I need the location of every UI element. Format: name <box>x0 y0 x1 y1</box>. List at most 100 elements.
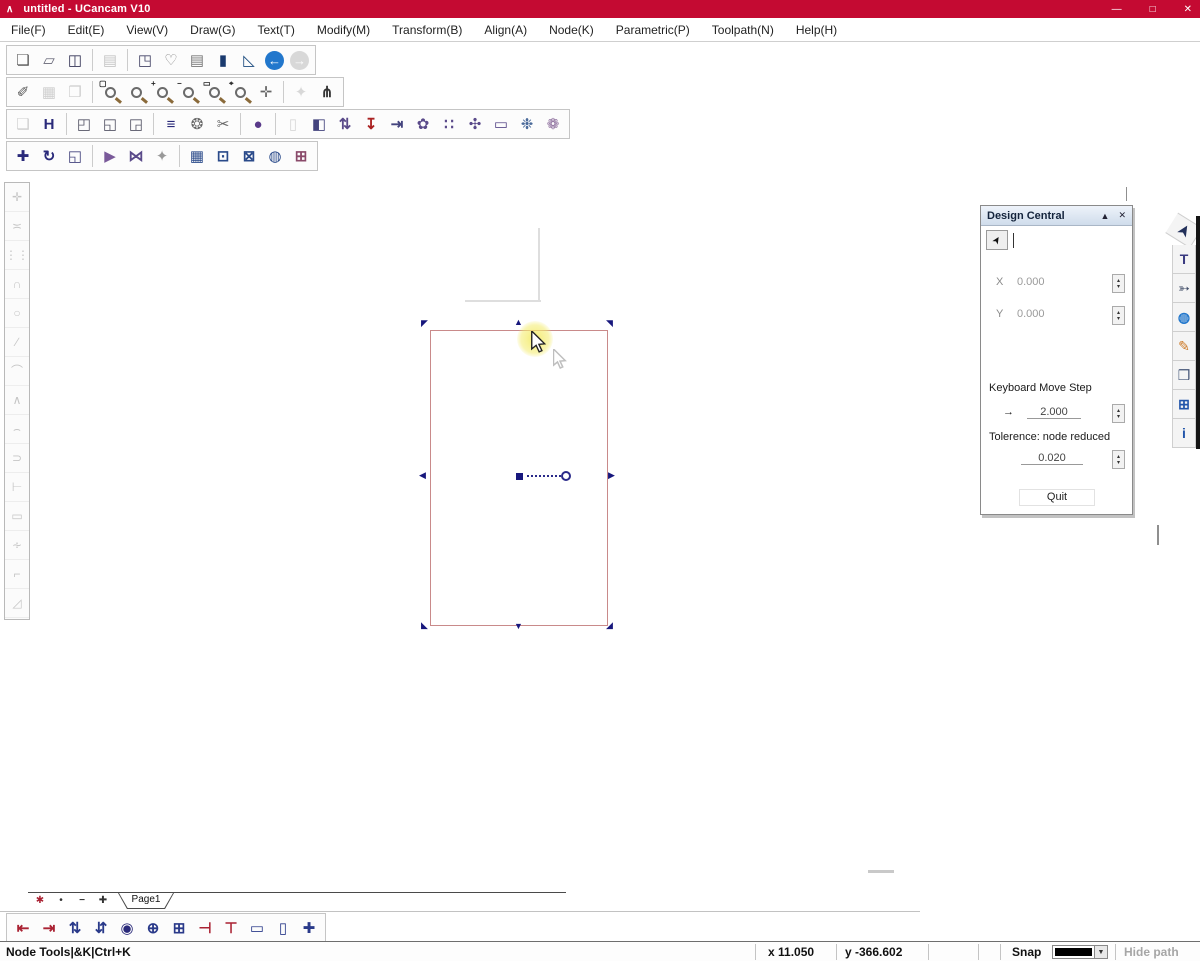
move-step-field[interactable]: 2.000 <box>1027 406 1081 419</box>
node-stretch-all-icon[interactable]: ✚ <box>296 915 322 941</box>
pan-hand-icon[interactable]: ✛ <box>253 79 279 105</box>
erase-icon[interactable]: ✐ <box>10 79 36 105</box>
text-tool-icon[interactable]: T <box>1172 245 1196 274</box>
offset-icon[interactable]: ❂ <box>184 111 210 137</box>
design-central-header[interactable]: Design Central ▲ ✕ <box>981 206 1132 226</box>
menu-item-toolpath[interactable]: Toolpath(N) <box>701 23 785 37</box>
move-step-spinner[interactable]: ▴ ▾ <box>1112 404 1125 423</box>
page-add-icon[interactable]: ✚ <box>97 895 109 907</box>
panel-collapse-icon[interactable]: ▲ <box>1101 211 1110 221</box>
menu-item-draw[interactable]: Draw(G) <box>179 23 246 37</box>
selection-handle-left[interactable]: ◀ <box>419 471 426 480</box>
selection-handle-top-right[interactable]: ◥ <box>606 319 613 328</box>
selection-handle-right[interactable]: ▶ <box>608 471 615 480</box>
capsule-icon[interactable]: ▭ <box>488 111 514 137</box>
spinner-down-icon[interactable]: ▾ <box>1117 284 1120 290</box>
node-space-h-icon[interactable]: ⊣ <box>192 915 218 941</box>
mesh-icon[interactable]: ▦ <box>184 143 210 169</box>
flip-vertical-icon[interactable]: ⇅ <box>332 111 358 137</box>
node-stretch-v-icon[interactable]: ▯ <box>270 915 296 941</box>
mirror-icon[interactable]: ⋈ <box>123 143 149 169</box>
tolerance-field[interactable]: 0.020 <box>1021 452 1083 465</box>
selection-handle-bottom[interactable]: ▼ <box>514 622 523 631</box>
color-dropdown[interactable]: ▼ <box>1052 945 1108 959</box>
distort-icon[interactable]: ⊠ <box>236 143 262 169</box>
undo-icon[interactable]: ← <box>265 51 284 70</box>
axis-node-icon[interactable]: ⋔ <box>314 79 340 105</box>
spinner-down-icon[interactable]: ▾ <box>1117 316 1120 322</box>
menu-item-node[interactable]: Node(K) <box>538 23 605 37</box>
protractor-icon[interactable]: ◺ <box>236 47 262 73</box>
node-stretch-h-icon[interactable]: ▭ <box>244 915 270 941</box>
rotate-icon[interactable]: ↻ <box>36 143 62 169</box>
wrap-icon[interactable]: ◍ <box>262 143 288 169</box>
selection-handle-top-left[interactable]: ◤ <box>421 319 428 328</box>
view-3d-icon[interactable]: ◍ <box>1172 303 1196 332</box>
move-icon[interactable]: ✚ <box>10 143 36 169</box>
export-shape-icon[interactable]: ❒ <box>1172 361 1196 390</box>
node-move-all-icon[interactable]: ⊞ <box>166 915 192 941</box>
weld-icon[interactable]: H <box>36 111 62 137</box>
zoom-tool-icon[interactable] <box>123 79 149 105</box>
node-ellipse-icon[interactable]: ◉ <box>114 915 140 941</box>
menu-item-modify[interactable]: Modify(M) <box>306 23 381 37</box>
menu-item-text[interactable]: Text(T) <box>246 23 305 37</box>
menu-item-parametric[interactable]: Parametric(P) <box>605 23 701 37</box>
menu-item-align[interactable]: Align(A) <box>473 23 538 37</box>
menu-item-view[interactable]: View(V) <box>115 23 179 37</box>
box-3d-icon[interactable]: ◧ <box>306 111 332 137</box>
menu-item-edit[interactable]: Edit(E) <box>57 23 116 37</box>
fillet-icon[interactable]: ◱ <box>97 111 123 137</box>
array-grid-icon[interactable]: ⊞ <box>1172 390 1196 419</box>
import-icon[interactable]: ◳ <box>132 47 158 73</box>
y-spinner[interactable]: ▴ ▾ <box>1112 306 1125 325</box>
zoom-out-icon[interactable]: − <box>175 79 201 105</box>
render-tool-icon[interactable]: ✎ <box>1172 332 1196 361</box>
node-align-left-icon[interactable]: ⇤ <box>10 915 36 941</box>
close-button-icon[interactable]: ✕ <box>1184 4 1192 15</box>
x-value[interactable]: 0.000 <box>1017 276 1045 288</box>
node-edit-tool-icon[interactable]: ➳ <box>1172 274 1196 303</box>
scissors-icon[interactable]: ✂ <box>210 111 236 137</box>
quit-button[interactable]: Quit <box>1019 489 1095 506</box>
skew-icon[interactable]: ▶ <box>97 143 123 169</box>
ruler-icon[interactable]: ▮ <box>210 47 236 73</box>
node-select-tab[interactable]: ➤ <box>986 230 1008 250</box>
node-distribute-h-icon[interactable]: ⇵ <box>88 915 114 941</box>
pattern-icon[interactable]: ⊞ <box>288 143 314 169</box>
scale-icon[interactable]: ◱ <box>62 143 88 169</box>
align-top-icon[interactable]: ↧ <box>358 111 384 137</box>
spinner-down-icon[interactable]: ▾ <box>1117 414 1120 420</box>
open-file-icon[interactable]: ▱ <box>36 47 62 73</box>
object-center-node[interactable] <box>516 473 523 480</box>
node-distribute-v-icon[interactable]: ⇅ <box>62 915 88 941</box>
chamfer-icon[interactable]: ◲ <box>123 111 149 137</box>
selection-handle-bottom-right[interactable]: ◢ <box>606 621 613 630</box>
array-dots-icon[interactable]: ∷ <box>436 111 462 137</box>
node-align-right-icon[interactable]: ⇥ <box>36 915 62 941</box>
text-form-icon[interactable]: ▤ <box>184 47 210 73</box>
menu-item-help[interactable]: Help(H) <box>785 23 848 37</box>
node-space-v-icon[interactable]: ⊤ <box>218 915 244 941</box>
page-tab[interactable]: Page1 <box>119 893 173 908</box>
minimize-button-icon[interactable]: — <box>1112 4 1122 15</box>
zoom-in-icon[interactable]: + <box>149 79 175 105</box>
zoom-window-icon[interactable]: ▢ <box>97 79 123 105</box>
gear-flower-icon[interactable]: ✿ <box>410 111 436 137</box>
shear-icon[interactable]: ✦ <box>149 143 175 169</box>
page-prev-icon[interactable]: • <box>55 895 67 907</box>
page-first-icon[interactable]: ✱ <box>34 895 46 907</box>
select-tool-icon[interactable]: ➤ <box>1165 213 1200 249</box>
hatch-icon[interactable]: ≡ <box>158 111 184 137</box>
align-middle-icon[interactable]: ⇥ <box>384 111 410 137</box>
menu-item-file[interactable]: File(F) <box>0 23 57 37</box>
selection-handle-bottom-left[interactable]: ◣ <box>421 621 428 630</box>
snap-label[interactable]: Snap <box>1012 945 1041 959</box>
chevron-down-icon[interactable]: ▼ <box>1094 946 1107 958</box>
flower-icon[interactable]: ❁ <box>540 111 566 137</box>
spinner-down-icon[interactable]: ▾ <box>1117 460 1120 466</box>
shape-library-icon[interactable]: ♡ <box>158 47 184 73</box>
x-spinner[interactable]: ▴ ▾ <box>1112 274 1125 293</box>
envelope-icon[interactable]: ⊡ <box>210 143 236 169</box>
zoom-page-icon[interactable]: ▭ <box>201 79 227 105</box>
